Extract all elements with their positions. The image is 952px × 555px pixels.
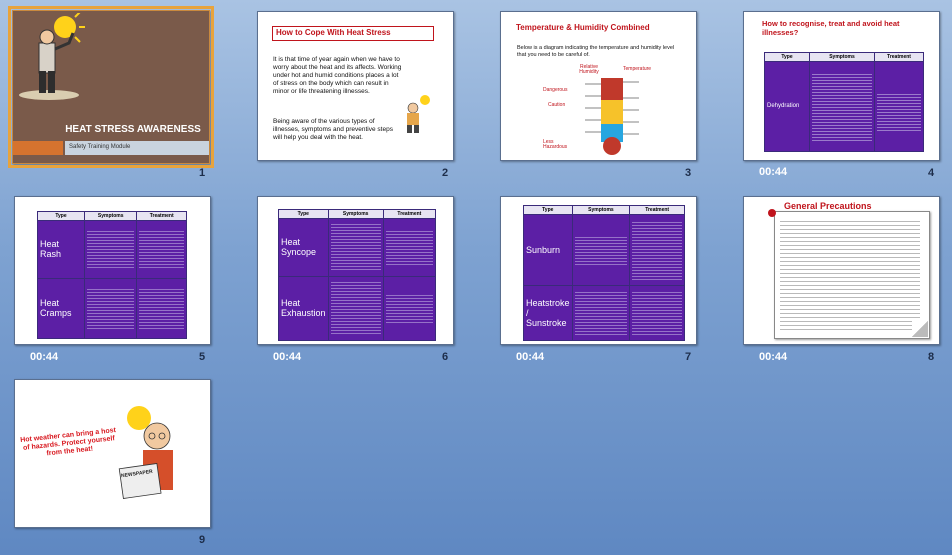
table-row: Heat Cramps [37, 277, 187, 340]
slide6-table: Type Symptoms Treatment Heat Syncope Hea… [278, 209, 437, 342]
slide-timing-6: 00:44 [273, 351, 302, 363]
slide1-subtitle-bar: Safety Training Module [13, 141, 209, 155]
table-cell-type: Dehydration [764, 61, 810, 152]
slide-thumbnail-4[interactable]: How to recognise, treat and avoid heat i… [743, 11, 940, 161]
table-cell-treatment [629, 284, 685, 342]
slide7-table: Type Symptoms Treatment Sunburn Heatstro… [523, 205, 685, 342]
table-cell-symptoms [571, 214, 631, 286]
slide2-para2: Being aware of the various types of illn… [273, 118, 393, 141]
slide-thumbnail-6[interactable]: Type Symptoms Treatment Heat Syncope Hea… [257, 196, 454, 345]
slide-thumbnail-2[interactable]: How to Cope With Heat Stress It is that … [257, 11, 454, 161]
slide-number-4: 4 [928, 167, 935, 179]
table-cell-treatment [136, 220, 187, 279]
page-curl [912, 321, 928, 337]
table-cell-type: Heat Cramps [37, 277, 85, 340]
slide1-illustration [17, 11, 97, 101]
table-header-treatment: Treatment [136, 211, 187, 221]
slide4-title: How to recognise, treat and avoid heat i… [762, 19, 900, 37]
slide-number-7: 7 [685, 351, 692, 363]
slide-thumbnail-1[interactable]: HEAT STRESS AWARENESS Safety Training Mo… [8, 6, 214, 168]
table-row: Sunburn [523, 214, 685, 286]
table-cell-symptoms [327, 275, 384, 342]
slide8-title: General Precautions [784, 201, 872, 211]
worker-drinking-illustration [407, 95, 430, 133]
table-header-treatment: Treatment [629, 205, 685, 215]
table-cell-type: Heat Exhaustion [278, 275, 329, 342]
slide1-subtitle: Safety Training Module [69, 144, 131, 150]
slide5-table: Type Symptoms Treatment Heat Rash Heat C… [37, 211, 187, 340]
slide-thumbnail-5[interactable]: Type Symptoms Treatment Heat Rash Heat C… [14, 196, 211, 345]
slide2-title-box: How to Cope With Heat Stress [272, 26, 434, 41]
slide-number-5: 5 [199, 351, 206, 363]
slide1-orange-block [13, 141, 63, 155]
slide1-title: HEAT STRESS AWARENESS [65, 124, 201, 135]
table-cell-type: Heatstroke / Sunstroke [523, 284, 573, 342]
table-header-symptoms: Symptoms [327, 209, 384, 219]
table-header-symptoms: Symptoms [83, 211, 138, 221]
table-header-type: Type [37, 211, 85, 221]
slide-number-9: 9 [199, 534, 206, 546]
table-cell-treatment [382, 218, 437, 277]
slide1-subtitle-block: Safety Training Module [65, 141, 209, 155]
slide-number-8: 8 [928, 351, 935, 363]
slide3-body: Below is a diagram indicating the temper… [517, 45, 675, 58]
slide2-title: How to Cope With Heat Stress [276, 28, 391, 37]
table-header-type: Type [523, 205, 573, 215]
table-header-treatment: Treatment [874, 52, 924, 62]
slide-number-3: 3 [685, 167, 692, 179]
table-row: Heat Syncope [278, 218, 437, 277]
slide3-title: Temperature & Humidity Combined [516, 23, 650, 32]
table-cell-type: Sunburn [523, 214, 573, 286]
thermometer-diagram [585, 78, 639, 155]
table-header-symptoms: Symptoms [571, 205, 631, 215]
table-cell-treatment [382, 275, 437, 342]
slide-number-1: 1 [199, 167, 206, 179]
slide-number-2: 2 [442, 167, 449, 179]
slide8-body-lines [780, 219, 920, 331]
slide9-warning-text: Hot weather can bring a host of hazards.… [19, 427, 117, 458]
slide-timing-5: 00:44 [30, 351, 59, 363]
slide-thumbnail-7[interactable]: Type Symptoms Treatment Sunburn Heatstro… [500, 196, 697, 345]
slide-thumbnail-8[interactable]: General Precautions [743, 196, 940, 345]
slide3-zone-caution: Caution [548, 102, 566, 108]
slide-thumbnail-9[interactable]: Hot weather can bring a host of hazards.… [14, 379, 211, 528]
table-cell-symptoms [327, 218, 384, 277]
table-cell-symptoms [83, 277, 138, 340]
table-header-treatment: Treatment [382, 209, 437, 219]
slide3-zone-dangerous: Dangerous [543, 87, 568, 93]
table-row: Heatstroke / Sunstroke [523, 284, 685, 342]
slide-thumbnail-3[interactable]: Temperature & Humidity Combined Below is… [500, 11, 697, 161]
table-cell-type: Heat Rash [37, 220, 85, 279]
slide-timing-8: 00:44 [759, 351, 788, 363]
slide-number-6: 6 [442, 351, 449, 363]
slide4-table: Type Symptoms Treatment Dehydration [764, 52, 924, 152]
pushpin-icon [768, 209, 776, 217]
slide2-para1: It is that time of year again when we ha… [273, 56, 402, 95]
man-reading-newspaper-illustration [118, 406, 173, 499]
table-cell-treatment [874, 61, 924, 152]
table-header-symptoms: Symptoms [809, 52, 875, 62]
table-header-type: Type [764, 52, 810, 62]
slide-timing-4: 00:44 [759, 166, 788, 178]
slide-timing-7: 00:44 [516, 351, 545, 363]
table-row: Heat Exhaustion [278, 275, 437, 342]
table-cell-treatment [136, 277, 187, 340]
table-cell-treatment [629, 214, 685, 286]
slide3-zone-less-hazardous: Less Hazardous [543, 139, 568, 150]
table-row: Heat Rash [37, 220, 187, 279]
table-cell-symptoms [809, 61, 875, 152]
worker-in-sun-illustration [19, 11, 85, 100]
table-header-type: Type [278, 209, 329, 219]
table-row: Dehydration [764, 61, 924, 152]
table-cell-symptoms [571, 284, 631, 342]
table-cell-type: Heat Syncope [278, 218, 329, 277]
table-cell-symptoms [83, 220, 138, 279]
